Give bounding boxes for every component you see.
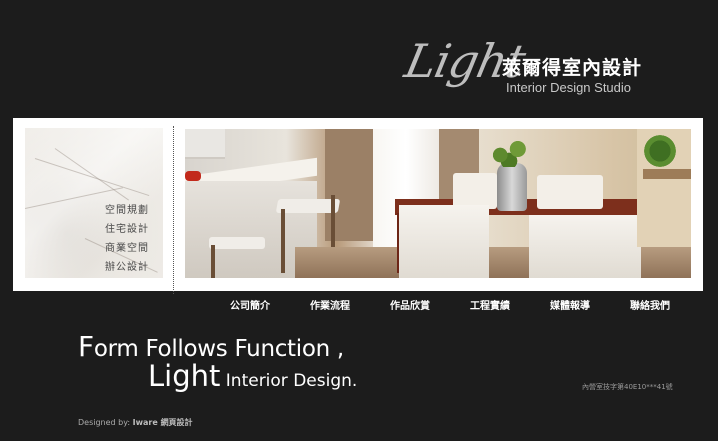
photo-chair-front — [529, 215, 641, 278]
banner-divider — [173, 126, 174, 294]
photo-stool-seat — [209, 237, 265, 249]
site-logo[interactable]: Light 萊爾得室內設計 Interior Design Studio — [400, 34, 656, 100]
license-number: 內營室技字第40E10***41號 — [582, 383, 673, 391]
side-menu-item-commercial[interactable]: 商業空間 — [105, 242, 149, 256]
nav-projects[interactable]: 工程實績 — [470, 297, 550, 312]
photo-stool-leg — [211, 245, 215, 278]
marble-panel: 空間規劃 住宅設計 商業空間 辦公設計 — [25, 128, 163, 278]
side-menu-item-residential[interactable]: 住宅設計 — [105, 223, 149, 237]
photo-shelf — [643, 169, 691, 179]
nav-portfolio[interactable]: 作品欣賞 — [390, 297, 470, 312]
marble-vein — [34, 158, 150, 197]
slogan-line-2: Light Interior Design. — [148, 359, 357, 393]
slogan-line-1-cap: F — [78, 330, 94, 363]
side-menu-item-space-planning[interactable]: 空間規劃 — [105, 204, 149, 218]
side-menu: 空間規劃 住宅設計 商業空間 辦公設計 — [105, 204, 149, 275]
slogan: Form Follows Function , Light Interior D… — [78, 330, 357, 393]
nav-contact[interactable]: 聯絡我們 — [630, 297, 710, 312]
logo-english-name: Interior Design Studio — [506, 80, 632, 95]
interior-photo — [185, 129, 691, 278]
photo-cabinet — [185, 129, 225, 159]
designer-credit: Designed by: Iware 網頁設計 — [78, 417, 193, 428]
nav-process[interactable]: 作業流程 — [310, 297, 390, 312]
side-menu-item-office[interactable]: 辦公設計 — [105, 261, 149, 275]
photo-right-plant — [641, 133, 679, 169]
photo-stool-leg — [281, 209, 285, 273]
main-nav: 公司簡介 作業流程 作品欣賞 工程實績 媒體報導 聯絡我們 — [230, 297, 710, 312]
logo-chinese-name: 萊爾得室內設計 — [502, 57, 643, 79]
hero-banner: 空間規劃 住宅設計 商業空間 辦公設計 — [13, 118, 703, 294]
credit-designer-link[interactable]: Iware 網頁設計 — [133, 418, 193, 427]
slogan-line-2-rest: Interior Design. — [220, 371, 358, 391]
credit-prefix: Designed by: — [78, 418, 133, 427]
photo-chair-back — [537, 175, 603, 209]
slogan-line-2-cap: Light — [148, 359, 221, 393]
photo-chair-front — [399, 205, 489, 278]
nav-media[interactable]: 媒體報導 — [550, 297, 630, 312]
photo-chair-back — [453, 173, 497, 209]
photo-plant — [487, 137, 531, 167]
photo-vase — [497, 163, 527, 211]
nav-about[interactable]: 公司簡介 — [230, 297, 310, 312]
photo-red-object — [185, 171, 201, 181]
